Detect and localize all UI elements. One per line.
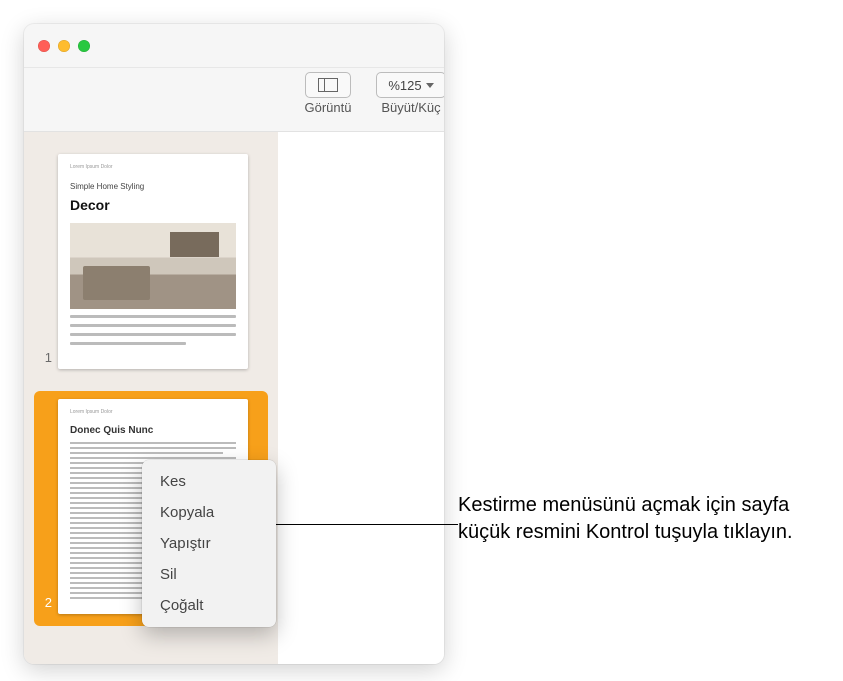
toolbar: Görüntü %125 Büyüt/Küç	[24, 68, 444, 132]
thumb-image-placeholder	[70, 223, 236, 309]
menu-item-delete[interactable]: Sil	[142, 559, 276, 590]
page-number: 1	[40, 350, 52, 369]
thumb-text-line	[70, 315, 236, 318]
menu-item-paste[interactable]: Yapıştır	[142, 528, 276, 559]
app-window: Görüntü %125 Büyüt/Küç 1 Lorem Ipsum Dol…	[24, 24, 444, 664]
callout-text: Kestirme menüsünü açmak için sayfa küçük…	[458, 492, 818, 546]
thumb-subtitle: Simple Home Styling	[70, 182, 236, 191]
window-controls	[38, 40, 90, 52]
view-icon	[305, 72, 351, 98]
maximize-window-button[interactable]	[78, 40, 90, 52]
zoom-dropdown[interactable]: %125	[376, 72, 444, 98]
close-window-button[interactable]	[38, 40, 50, 52]
menu-item-cut[interactable]: Kes	[142, 466, 276, 497]
thumb-text-line	[70, 333, 236, 336]
menu-item-copy[interactable]: Kopyala	[142, 497, 276, 528]
thumb-text-line	[70, 342, 186, 345]
thumb-text-line	[70, 324, 236, 327]
thumbnail-preview: Lorem Ipsum Dolor Simple Home Styling De…	[58, 154, 248, 369]
minimize-window-button[interactable]	[58, 40, 70, 52]
menu-item-duplicate[interactable]: Çoğalt	[142, 590, 276, 621]
document-canvas[interactable]	[278, 132, 444, 664]
view-button-label: Görüntü	[305, 100, 352, 115]
zoom-button-label: Büyüt/Küç	[381, 100, 440, 115]
thumb-title: Donec Quis Nunc	[70, 425, 236, 436]
thumb-title: Decor	[70, 197, 236, 213]
zoom-button[interactable]: %125 Büyüt/Küç	[378, 72, 444, 115]
page-number: 2	[40, 595, 52, 614]
view-button[interactable]: Görüntü	[298, 72, 358, 115]
zoom-value: %125	[388, 78, 421, 93]
sidebar-layout-icon	[318, 78, 338, 92]
thumb-header: Lorem Ipsum Dolor	[70, 164, 236, 170]
callout-leader-line	[254, 524, 458, 525]
context-menu: Kes Kopyala Yapıştır Sil Çoğalt	[142, 460, 276, 627]
titlebar	[24, 24, 444, 68]
thumb-header: Lorem Ipsum Dolor	[70, 409, 236, 415]
chevron-down-icon	[426, 83, 434, 88]
page-thumbnail-1[interactable]: 1 Lorem Ipsum Dolor Simple Home Styling …	[34, 146, 268, 381]
